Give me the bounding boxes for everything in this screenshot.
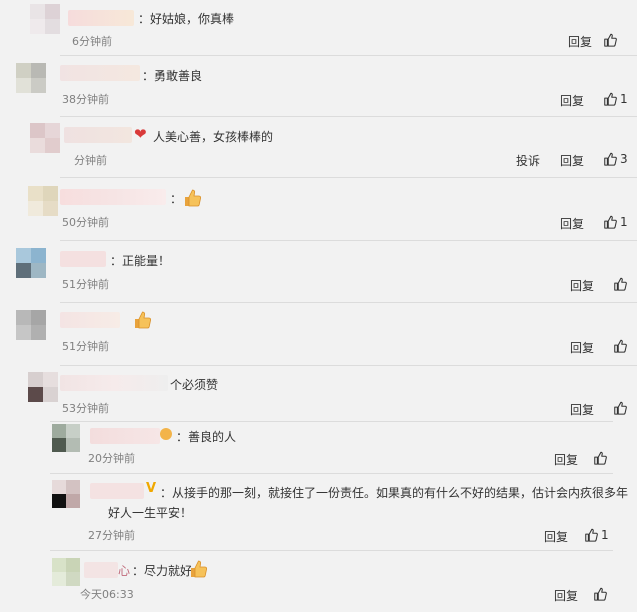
reply-time: 27分钟前: [88, 529, 135, 542]
reply-text: ：尽力就好: [132, 564, 193, 578]
comment-text: ：好姑娘，你真棒: [138, 12, 235, 26]
thumbs-up-emoji-icon: [182, 188, 202, 208]
thumbs-up-icon: [613, 277, 627, 291]
like-count: 1: [601, 528, 609, 542]
divider: [60, 177, 637, 178]
divider: [60, 240, 637, 241]
reply-button[interactable]: 回复: [570, 401, 594, 418]
comment-time: 38分钟前: [62, 93, 109, 106]
comment-text: ：: [170, 192, 183, 206]
like-count: 1: [620, 92, 628, 106]
divider: [60, 302, 637, 303]
thumbs-up-icon: [584, 528, 598, 542]
reply-button[interactable]: 回复: [560, 152, 584, 169]
comment-time: 51分钟前: [62, 278, 109, 291]
comment-item: ：好姑娘，你真棒 6分钟前 回复: [0, 0, 637, 60]
username[interactable]: [90, 428, 160, 444]
comment-item: ：勇敢善良 38分钟前 回复 1: [0, 60, 637, 120]
like-button[interactable]: [593, 451, 607, 465]
username[interactable]: [60, 312, 120, 328]
like-count: 1: [620, 215, 628, 229]
reply-text-line-2: 好人一生平安！: [108, 506, 193, 520]
avatar[interactable]: [16, 310, 46, 340]
reply-time: 今天06:33: [80, 588, 134, 601]
like-button[interactable]: [613, 277, 627, 291]
divider: [50, 473, 613, 474]
comment-item: 个必须赞 53分钟前 回复 ：善良的人 20分钟前 回复 V ：从接手的那一刻，…: [0, 366, 637, 612]
thumbs-up-icon: [603, 152, 617, 166]
comment-time: 6分钟前: [72, 35, 112, 48]
username[interactable]: [68, 10, 134, 26]
username[interactable]: [90, 483, 144, 499]
thumbs-up-emoji-icon: [188, 559, 208, 579]
like-button[interactable]: 1: [584, 528, 609, 542]
divider: [50, 550, 613, 551]
comment-text: 个必须赞: [170, 378, 219, 392]
reply-text: ：善良的人: [176, 430, 237, 444]
reply-button[interactable]: 回复: [554, 451, 578, 468]
comment-text: ：勇敢善良: [142, 69, 203, 83]
reply-button[interactable]: 回复: [544, 528, 568, 545]
username-tail[interactable]: 心: [118, 562, 130, 579]
username[interactable]: [60, 251, 106, 267]
divider: [60, 55, 637, 56]
report-button[interactable]: 投诉: [516, 152, 540, 169]
like-button[interactable]: 1: [603, 92, 628, 106]
avatar[interactable]: [52, 424, 80, 452]
username[interactable]: [84, 562, 118, 578]
thumbs-up-emoji-icon: [132, 310, 152, 330]
divider: [50, 421, 613, 422]
thumbs-up-icon: [613, 339, 627, 353]
comment-time: 51分钟前: [62, 340, 109, 353]
avatar[interactable]: [28, 372, 58, 402]
username[interactable]: [60, 189, 166, 205]
comment-item: 51分钟前 回复: [0, 304, 637, 366]
reply-text-line-1: ：从接手的那一刻，就接住了一份责任。如果真的有什么不好的结果，估计会内疚很多年: [160, 486, 629, 500]
thumbs-up-icon: [603, 33, 617, 47]
username[interactable]: [60, 375, 168, 391]
comment-item: ❤ 人美心善，女孩棒棒的 分钟前 投诉 回复 3: [0, 120, 637, 180]
comment-time: 53分钟前: [62, 402, 109, 415]
thumbs-up-icon: [603, 92, 617, 106]
thumbs-up-icon: [593, 587, 607, 601]
comment-time: 50分钟前: [62, 216, 109, 229]
heart-icon: ❤: [134, 125, 147, 143]
thumbs-up-icon: [593, 451, 607, 465]
avatar[interactable]: [16, 248, 46, 278]
thumbs-up-icon: [603, 215, 617, 229]
username[interactable]: [64, 127, 132, 143]
reply-button[interactable]: 回复: [570, 339, 594, 356]
comment-item: ： 50分钟前 回复 1: [0, 180, 637, 242]
reply-button[interactable]: 回复: [570, 277, 594, 294]
like-button[interactable]: [613, 401, 627, 415]
like-button[interactable]: 3: [603, 152, 628, 166]
reply-button[interactable]: 回复: [560, 215, 584, 232]
reply-button[interactable]: 回复: [568, 33, 592, 50]
avatar[interactable]: [28, 186, 58, 216]
comment-item: ：正能量！ 51分钟前 回复: [0, 242, 637, 304]
like-button[interactable]: [603, 33, 617, 47]
thumbs-up-icon: [613, 401, 627, 415]
like-button[interactable]: [613, 339, 627, 353]
like-button[interactable]: 1: [603, 215, 628, 229]
like-count: 3: [620, 152, 628, 166]
comment-text: ：正能量！: [110, 254, 171, 268]
reply-button[interactable]: 回复: [560, 92, 584, 109]
avatar[interactable]: [30, 123, 60, 153]
avatar[interactable]: [16, 63, 46, 93]
comment-time: 分钟前: [74, 154, 107, 167]
comment-text: 人美心善，女孩棒棒的: [153, 130, 274, 144]
divider: [60, 116, 637, 117]
reply-button[interactable]: 回复: [554, 587, 578, 604]
avatar[interactable]: [52, 558, 80, 586]
reply-time: 20分钟前: [88, 452, 135, 465]
avatar[interactable]: [52, 480, 80, 508]
verified-v-icon: V: [146, 481, 157, 496]
badge-icon: [160, 428, 172, 440]
avatar[interactable]: [30, 4, 60, 34]
like-button[interactable]: [593, 587, 607, 601]
username[interactable]: [60, 65, 140, 81]
